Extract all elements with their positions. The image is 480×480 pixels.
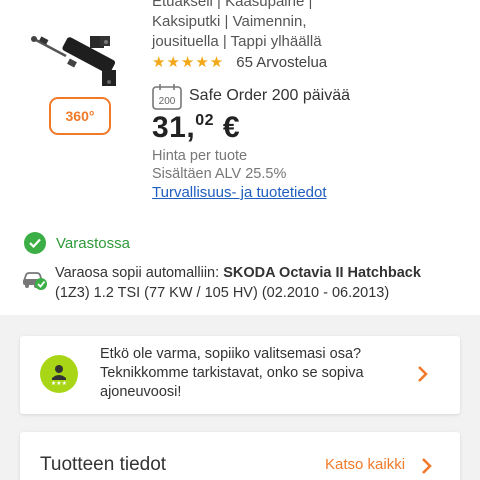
stock-status: Varastossa: [24, 232, 130, 254]
price-currency: €: [214, 111, 241, 144]
rating[interactable]: ★★★★★ 65 Arvostelua: [152, 52, 327, 72]
chevron-right-icon[interactable]: [420, 456, 434, 476]
vehicle-name: SKODA Octavia II Hatchback: [223, 265, 421, 281]
technician-check-card[interactable]: ★★★ Etkö ole varma, sopiiko valitsemasi …: [20, 336, 460, 414]
review-count[interactable]: 65 Arvostelua: [236, 54, 327, 71]
see-all-link[interactable]: Katso kaikki: [325, 456, 405, 473]
product-info-card[interactable]: Tuotteen tiedot Katso kaikki: [20, 432, 460, 480]
vehicle-details: (1Z3) 1.2 TSI (77 KW / 105 HV) (02.2010 …: [55, 285, 390, 301]
car-check-icon: [22, 269, 48, 291]
vehicle-fit-text: Varaosa sopii automalliin: SKODA Octavia…: [55, 263, 465, 303]
svg-text:★★★: ★★★: [51, 380, 67, 386]
safe-order-badge: 200: [159, 96, 176, 107]
price-cents: 02: [195, 112, 215, 129]
product-info-title: Tuotteen tiedot: [40, 454, 167, 475]
price-per-item-note: Hinta per tuote: [152, 148, 248, 164]
vehicle-fit-prefix: Varaosa sopii automalliin:: [55, 265, 224, 281]
view-360-button[interactable]: 360°: [49, 97, 111, 135]
technician-check-text: Etkö ole varma, sopiiko valitsemasi osa?…: [100, 346, 364, 400]
technician-icon: ★★★: [40, 355, 78, 393]
calendar-icon: 200: [152, 83, 182, 110]
stock-label: Varastossa: [56, 234, 130, 252]
product-title-line: Etuakseli | Kaasupaine |: [152, 0, 313, 10]
view-360-label: 360°: [65, 108, 95, 124]
rating-stars: ★★★★★: [152, 54, 225, 71]
product-title-line: jousituella | Tappi ylhäällä: [152, 33, 322, 50]
price: 31,02 €: [152, 111, 240, 145]
safe-order-text: Safe Order 200 päivää: [189, 87, 350, 104]
product-title: Etuakseli | Kaasupaine | Kaksiputki | Va…: [152, 0, 472, 52]
vat-note: Sisältäen ALV 25.5%: [152, 166, 287, 182]
safe-order: 200 Safe Order 200 päivää: [152, 82, 350, 110]
price-main: 31,: [152, 111, 196, 144]
product-image[interactable]: [28, 30, 124, 90]
product-summary: 360° Etuakseli | Kaasupaine | Kaksiputki…: [0, 0, 480, 218]
product-title-line: Kaksiputki | Vaimennin,: [152, 13, 307, 30]
check-icon: [24, 232, 46, 254]
chevron-right-icon[interactable]: [416, 364, 430, 384]
safety-info-link[interactable]: Turvallisuus- ja tuotetiedot: [152, 183, 327, 202]
